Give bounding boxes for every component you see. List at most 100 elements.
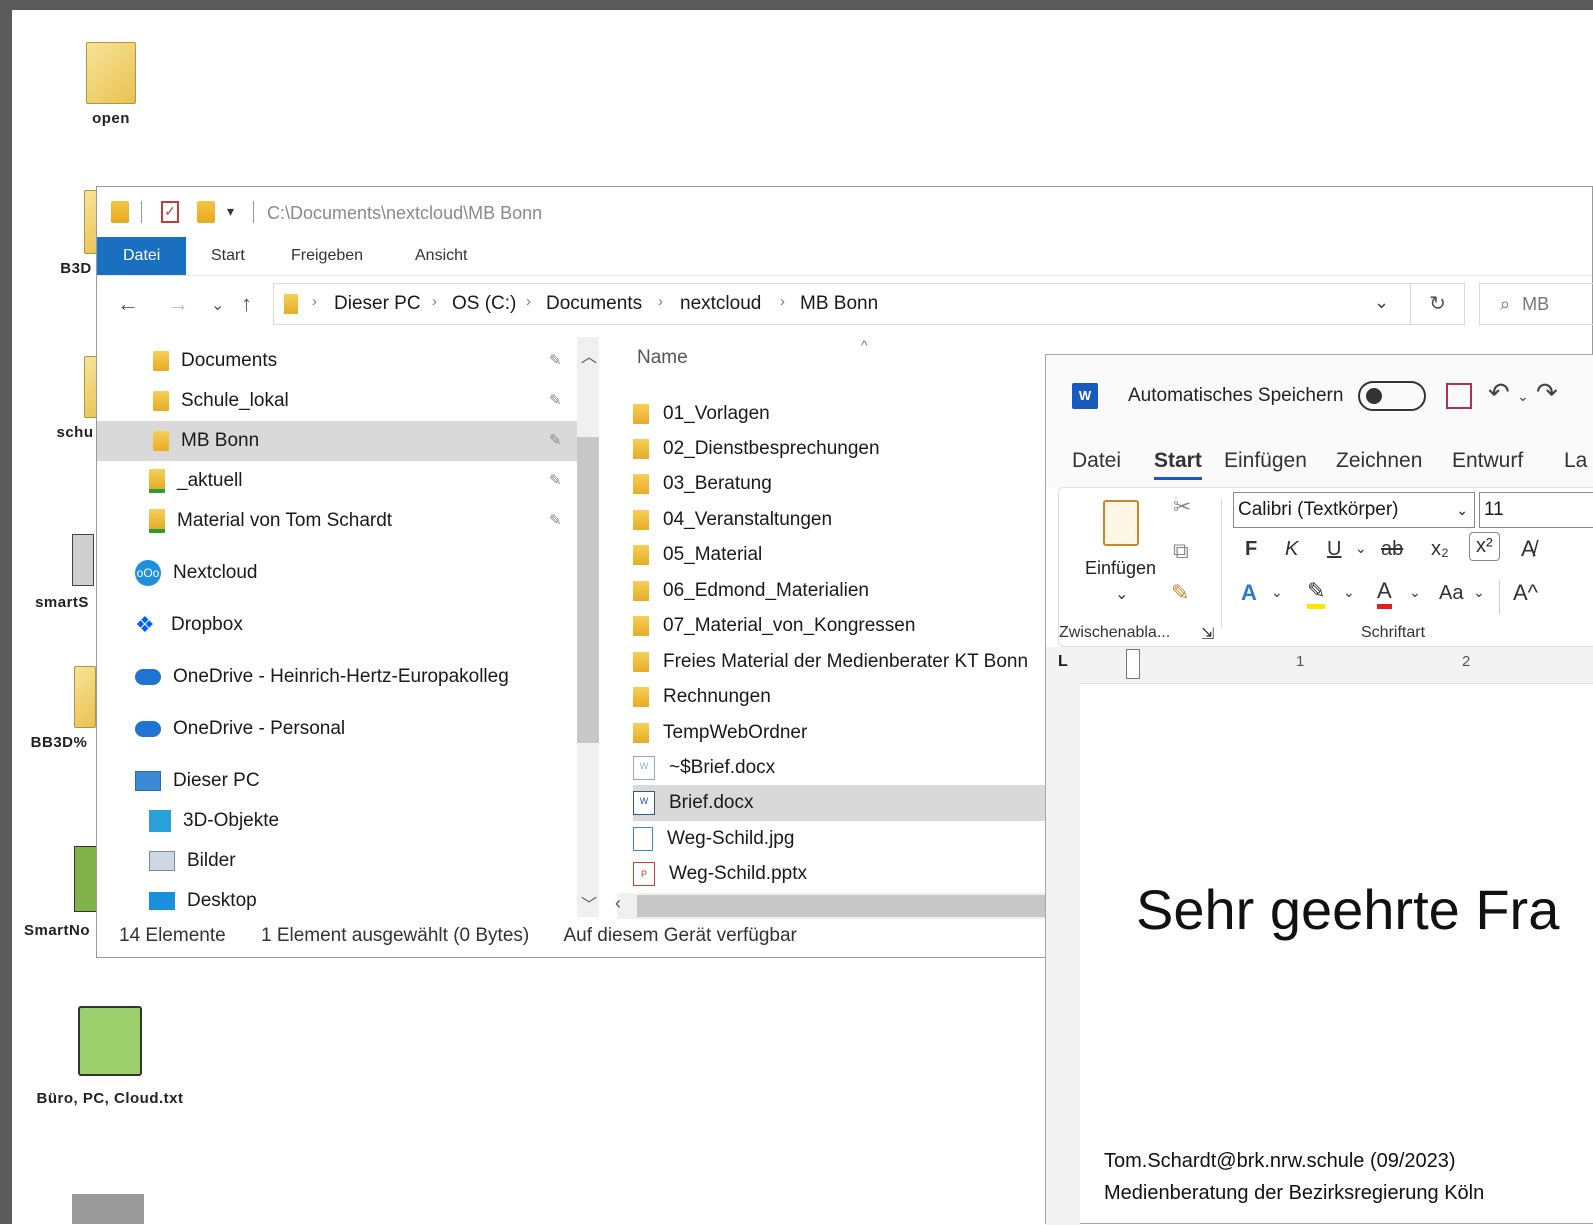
nav-item-desktop[interactable]: Desktop [149, 883, 257, 919]
list-item[interactable]: W Brief.docx [633, 785, 1063, 821]
tab-einfuegen[interactable]: Einfügen [1224, 449, 1307, 473]
pin-icon[interactable]: ✎ [549, 391, 562, 409]
tab-datei[interactable]: Datei [1072, 449, 1121, 473]
list-item[interactable]: 02_Dienstbesprechungen [633, 432, 1063, 466]
address-bar[interactable]: › Dieser PC › OS (C:) › Documents › next… [273, 283, 1411, 325]
list-item[interactable]: 04_Veranstaltungen [633, 503, 1063, 537]
tab-start[interactable]: Start [1154, 449, 1202, 480]
pin-icon[interactable]: ✎ [549, 351, 562, 369]
nav-item-material-tom[interactable]: Material von Tom Schardt [97, 503, 577, 539]
font-size-field[interactable]: 11 [1479, 492, 1593, 528]
list-item[interactable]: Rechnungen [633, 680, 1063, 714]
list-item[interactable]: 06_Edmond_Materialien [633, 574, 1063, 608]
tab-zeichnen[interactable]: Zeichnen [1336, 449, 1422, 473]
underline-button[interactable]: U [1327, 538, 1341, 561]
desktop-icon-partial[interactable] [72, 1194, 144, 1224]
chevron-down-icon[interactable]: ⌄ [1374, 292, 1389, 313]
desktop-icon-schu[interactable]: schu [54, 356, 106, 441]
breadcrumb-item[interactable]: MB Bonn [800, 293, 878, 315]
list-item[interactable]: 07_Material_von_Kongressen [633, 609, 1063, 643]
hscrollbar-thumb[interactable] [637, 895, 1057, 917]
chevron-down-icon[interactable]: ⌄ [1343, 584, 1355, 601]
breadcrumb-item[interactable]: Documents [546, 293, 642, 315]
clipboard-icon[interactable] [1103, 500, 1139, 546]
pin-icon[interactable]: ✎ [549, 511, 562, 529]
column-header-name[interactable]: Name [637, 347, 688, 369]
strikethrough-button[interactable]: ab [1381, 538, 1403, 561]
chevron-down-icon[interactable]: ▾ [227, 203, 234, 220]
subscript-button[interactable]: x₂ [1431, 538, 1449, 561]
back-arrow-icon[interactable]: ← [117, 291, 139, 317]
nav-scrollbar-thumb[interactable] [577, 437, 599, 743]
breadcrumb-item[interactable]: nextcloud [680, 293, 761, 315]
change-case-button[interactable]: Aa [1439, 582, 1463, 605]
indent-marker[interactable] [1126, 649, 1140, 679]
nav-item-schule-lokal[interactable]: Schule_lokal [97, 383, 577, 419]
tab-layout[interactable]: La [1564, 449, 1587, 473]
list-item[interactable]: 01_Vorlagen [633, 397, 1063, 431]
breadcrumb-item[interactable]: Dieser PC [334, 293, 421, 315]
nav-item-bilder[interactable]: Bilder [149, 843, 236, 879]
nav-item-mb-bonn[interactable]: MB Bonn [97, 421, 577, 461]
nav-item-onedrive-personal[interactable]: OneDrive - Personal [135, 711, 345, 747]
tab-selector-icon[interactable]: L [1058, 653, 1068, 671]
grow-font-button[interactable]: A^ [1513, 580, 1538, 606]
font-color-icon[interactable]: A [1377, 578, 1392, 609]
forward-arrow-icon[interactable]: → [167, 291, 189, 317]
undo-icon[interactable]: ↶ ⌄ ↷ [1488, 377, 1558, 408]
nav-item-onedrive-hhek[interactable]: OneDrive - Heinrich-Hertz-Europakolleg [135, 659, 509, 695]
highlight-icon[interactable]: ✎ [1307, 578, 1326, 609]
nav-item-aktuell[interactable]: _aktuell [97, 463, 577, 499]
chevron-down-icon[interactable]: ⌄ [1115, 584, 1128, 604]
properties-icon[interactable]: ✓ [161, 201, 179, 223]
desktop-icon-b3d[interactable]: B3D [56, 190, 106, 277]
dialog-launcher-icon[interactable]: ⇲ [1201, 624, 1214, 644]
list-item[interactable]: Weg-Schild.jpg [633, 822, 1063, 856]
list-item[interactable]: 05_Material [633, 538, 1063, 572]
vertical-ruler[interactable] [1046, 683, 1080, 1225]
tab-entwurf[interactable]: Entwurf [1452, 449, 1523, 473]
font-name-field[interactable]: Calibri (Textkörper) ⌄ [1233, 492, 1475, 528]
breadcrumb-item[interactable]: OS (C:) [452, 293, 516, 315]
pin-icon[interactable]: ✎ [549, 431, 562, 449]
list-item[interactable]: Freies Material der Medienberater KT Bon… [633, 645, 1063, 679]
document-body-text[interactable]: Sehr geehrte Fra [1136, 877, 1559, 942]
chevron-down-icon[interactable]: ⌄ [1409, 584, 1421, 601]
desktop-icon-smartno[interactable]: SmartNo [18, 846, 100, 939]
scroll-down-icon[interactable]: ﹀ [581, 891, 597, 915]
scroll-up-icon[interactable]: ︿ [581, 343, 597, 367]
up-arrow-icon[interactable]: ↑ [241, 291, 252, 317]
format-painter-icon[interactable]: ✎ [1171, 580, 1189, 606]
bold-button[interactable]: F [1245, 538, 1257, 561]
tab-freigeben[interactable]: Freigeben [291, 237, 363, 275]
text-effects-icon[interactable]: A [1241, 580, 1257, 606]
clear-formatting-icon[interactable]: A̸ [1521, 536, 1536, 562]
scroll-left-icon[interactable]: ‹ [615, 893, 621, 914]
list-item[interactable]: TempWebOrdner [633, 716, 1063, 750]
copy-icon[interactable]: ⧉ [1173, 538, 1189, 564]
search-input[interactable]: ⌕ MB [1479, 283, 1593, 325]
nav-item-documents[interactable]: Documents [97, 343, 577, 379]
new-folder-icon[interactable] [197, 201, 215, 223]
tab-start[interactable]: Start [211, 237, 245, 275]
chevron-down-icon[interactable]: ⌄ [1473, 584, 1485, 601]
cut-icon[interactable]: ✂ [1173, 494, 1191, 520]
tab-datei[interactable]: Datei [97, 237, 187, 275]
italic-button[interactable]: K [1285, 538, 1298, 561]
chevron-down-icon[interactable]: ⌄ [1271, 584, 1283, 601]
pin-icon[interactable]: ✎ [549, 471, 562, 489]
desktop-icon-open[interactable]: open [76, 42, 146, 127]
list-item[interactable]: 03_Beratung [633, 467, 1063, 501]
desktop-icon-bb3d[interactable]: BB3D% [22, 666, 96, 751]
refresh-button[interactable]: ↻ [1411, 283, 1465, 325]
list-item[interactable]: W ~$Brief.docx [633, 751, 1063, 785]
horizontal-ruler[interactable]: L 1 2 [1046, 647, 1593, 684]
recent-chevron-icon[interactable]: ⌄ [211, 295, 224, 315]
superscript-button[interactable]: x² [1469, 532, 1500, 561]
tab-ansicht[interactable]: Ansicht [415, 237, 467, 275]
chevron-down-icon[interactable]: ⌄ [1355, 540, 1367, 557]
autosave-toggle[interactable] [1358, 381, 1426, 411]
nav-item-3d-objekte[interactable]: 3D-Objekte [149, 803, 279, 839]
save-icon[interactable] [1446, 383, 1472, 409]
nav-item-dropbox[interactable]: ❖ Dropbox [135, 607, 243, 643]
